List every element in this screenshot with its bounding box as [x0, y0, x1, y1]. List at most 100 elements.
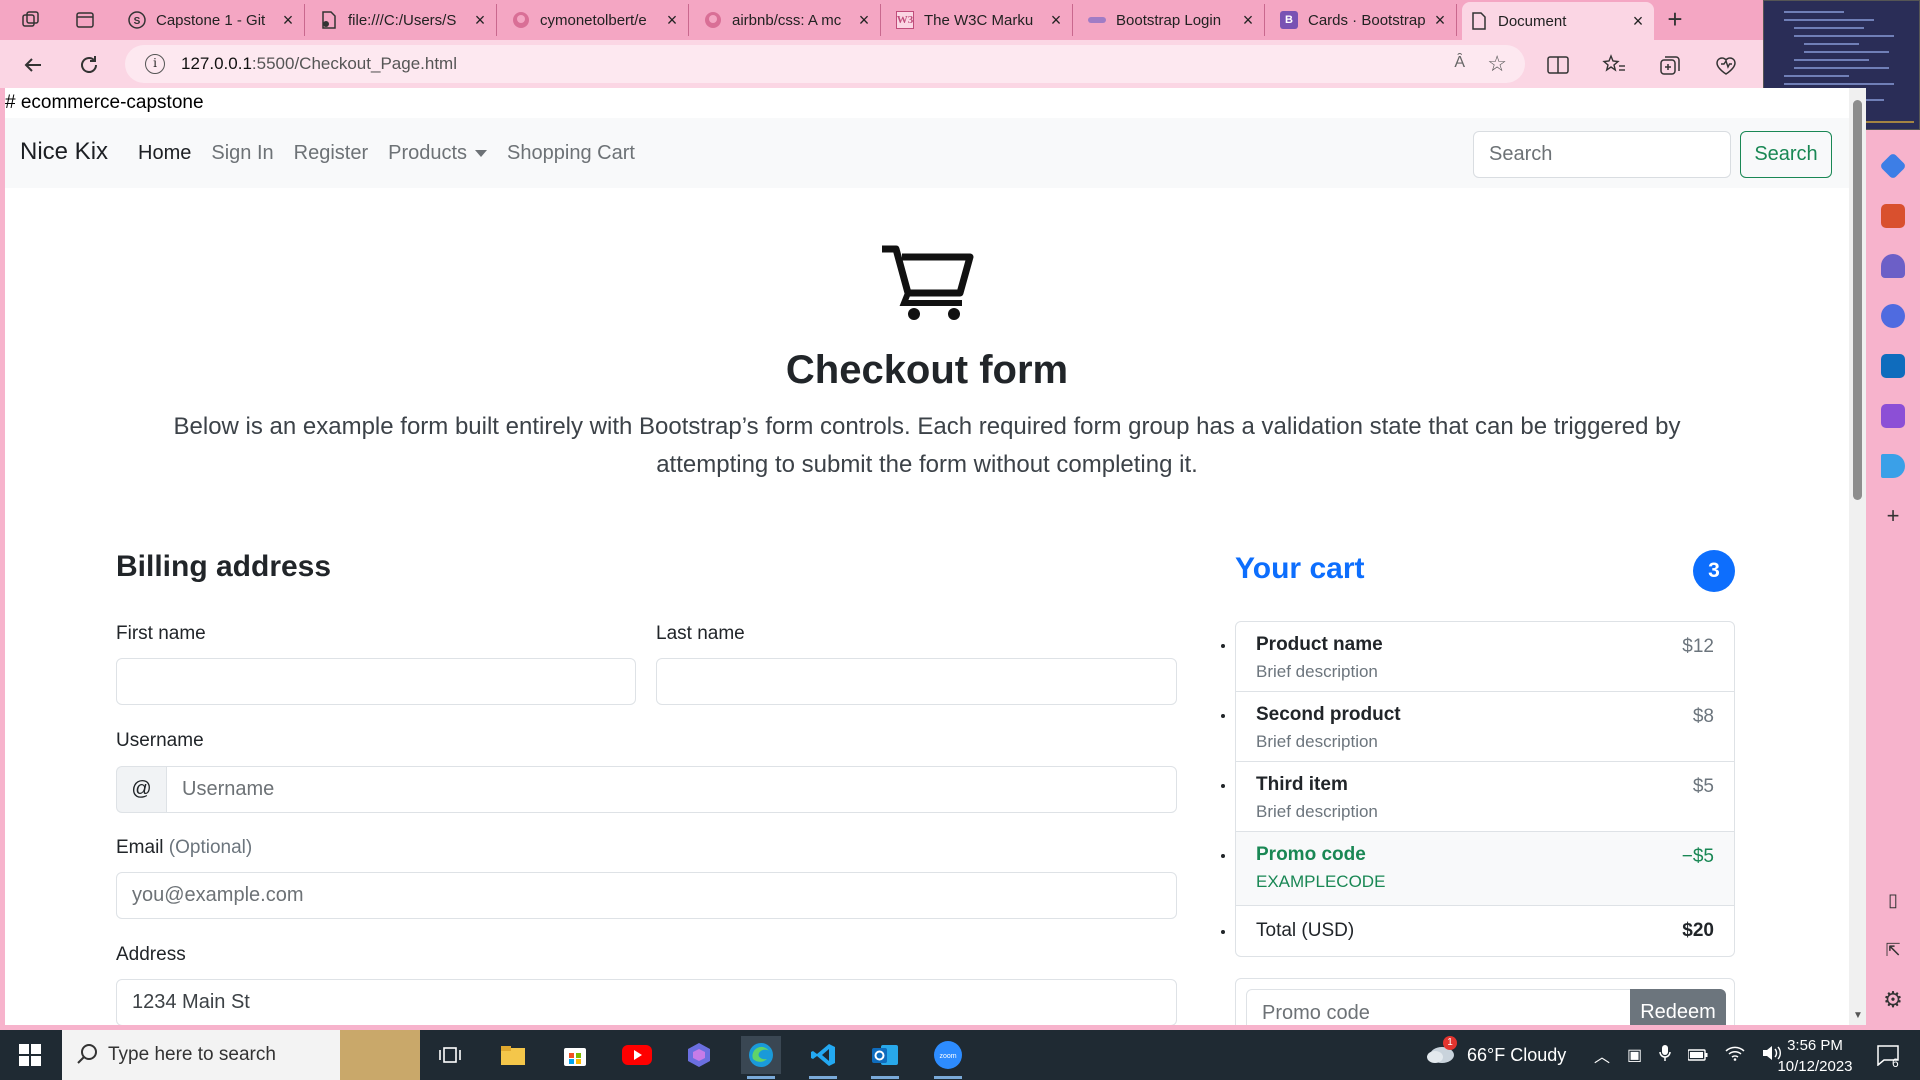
svg-text:zoom: zoom	[939, 1053, 956, 1060]
tab-label: cymonetolbert/e	[540, 11, 647, 29]
edge-browser-icon[interactable]	[741, 1036, 781, 1079]
taskbar-search-box[interactable]: Type here to search	[62, 1030, 420, 1080]
tab-file[interactable]: file:///C:/Users/S ×	[312, 4, 497, 36]
tools-briefcase-icon[interactable]	[1881, 204, 1905, 228]
address-bar-row: i 127.0.0.1:5500/Checkout_Page.html Ȃ ☆	[0, 40, 1866, 88]
back-icon[interactable]	[18, 50, 48, 80]
tab-capstone[interactable]: S Capstone 1 - Git ×	[120, 4, 305, 36]
page-scrollbar[interactable]: ▼	[1849, 88, 1866, 1025]
tab-label: airbnb/css: A mc	[732, 11, 842, 29]
sidebar-settings-icon[interactable]: ⚙	[1880, 988, 1906, 1014]
tab-bootstrap-login[interactable]: Bootstrap Login ×	[1080, 4, 1265, 36]
meet-now-icon[interactable]: ▣	[1627, 1045, 1642, 1065]
send-icon[interactable]	[1881, 454, 1905, 478]
navbar-brand[interactable]: Nice Kix	[20, 138, 108, 166]
nav-link-sign-in[interactable]: Sign In	[211, 142, 273, 165]
nav-link-home[interactable]: Home	[138, 142, 191, 165]
tab-cymonetolbert[interactable]: cymonetolbert/e ×	[504, 4, 689, 36]
designer-icon[interactable]	[1881, 404, 1905, 428]
scroll-down-arrow-icon[interactable]: ▼	[1853, 1010, 1863, 1021]
cart-item-desc: Brief description	[1256, 732, 1378, 751]
tab-airbnb[interactable]: airbnb/css: A mc ×	[696, 4, 881, 36]
shopping-cart-icon	[880, 243, 976, 328]
notifications-icon[interactable]: 6	[1868, 1036, 1908, 1074]
page-title: Checkout form	[785, 348, 1069, 392]
tab-label: Capstone 1 - Git	[156, 11, 266, 29]
close-icon[interactable]: ×	[280, 10, 296, 31]
collections-icon[interactable]	[1656, 51, 1684, 79]
address-field[interactable]: 1234 Main St	[116, 979, 1177, 1025]
nav-link-shopping-cart[interactable]: Shopping Cart	[507, 142, 635, 165]
copilot-taskbar-icon[interactable]	[679, 1036, 719, 1074]
last-name-field[interactable]	[656, 658, 1177, 705]
close-icon[interactable]: ×	[472, 10, 488, 31]
tab-document[interactable]: Document ×	[1462, 2, 1654, 40]
copilot-icon[interactable]	[1881, 304, 1905, 328]
hide-sidebar-icon[interactable]: ▯	[1880, 888, 1906, 914]
caret-down-icon	[475, 150, 488, 158]
username-field[interactable]: Username	[166, 766, 1177, 813]
open-external-icon[interactable]: ⇱	[1880, 938, 1906, 964]
youtube-icon[interactable]	[617, 1036, 657, 1074]
navbar-search-input[interactable]: Search	[1473, 131, 1731, 178]
redeem-button[interactable]: Redeem	[1630, 989, 1726, 1025]
email-optional-note: (Optional)	[168, 837, 253, 858]
windows-start-icon[interactable]	[10, 1036, 50, 1074]
taskbar-clock[interactable]: 3:56 PM 10/12/2023	[1770, 1035, 1860, 1077]
workspaces-icon[interactable]	[16, 6, 46, 34]
github-s-icon: S	[128, 11, 146, 29]
windows-taskbar: Type here to search zoom 1 66°F Cloudy ︿…	[0, 1030, 1920, 1080]
shopping-tag-icon[interactable]	[1879, 152, 1907, 180]
close-icon[interactable]: ×	[1048, 10, 1064, 31]
promo-code-input[interactable]: Promo code	[1246, 989, 1631, 1025]
outlook-icon[interactable]	[1881, 354, 1905, 378]
outlook-taskbar-icon[interactable]	[865, 1036, 905, 1079]
cart-title: Your cart	[1235, 552, 1365, 585]
microphone-icon[interactable]	[1659, 1044, 1671, 1067]
add-sidebar-app-icon[interactable]: +	[1880, 504, 1906, 530]
cloudy-weather-icon: 1	[1425, 1035, 1457, 1069]
w3c-icon: W3	[896, 11, 914, 29]
address-bar[interactable]: i 127.0.0.1:5500/Checkout_Page.html Ȃ ☆	[125, 45, 1525, 83]
games-icon[interactable]	[1881, 254, 1905, 278]
vscode-icon[interactable]	[803, 1036, 843, 1079]
close-icon[interactable]: ×	[1432, 10, 1448, 31]
page-lead: Below is an example form built entirely …	[173, 413, 1681, 478]
tab-label: Cards · Bootstrap	[1308, 11, 1426, 29]
zoom-icon[interactable]: zoom	[928, 1036, 968, 1079]
tab-label: Bootstrap Login	[1116, 11, 1222, 29]
site-info-icon[interactable]: i	[145, 54, 165, 74]
task-view-icon[interactable]	[430, 1036, 470, 1074]
file-explorer-icon[interactable]	[493, 1036, 533, 1074]
close-icon[interactable]: ×	[664, 10, 680, 31]
battery-icon[interactable]	[1687, 1045, 1708, 1066]
microsoft-store-icon[interactable]	[555, 1036, 595, 1074]
favorites-icon[interactable]	[1600, 51, 1628, 79]
close-icon[interactable]: ×	[1240, 10, 1256, 31]
close-icon[interactable]: ×	[856, 10, 872, 31]
tab-strip: S Capstone 1 - Git × file:///C:/Users/S …	[0, 0, 1920, 40]
tab-actions-icon[interactable]	[70, 6, 100, 34]
email-label: Email (Optional)	[116, 837, 252, 859]
navbar-search-button[interactable]: Search	[1740, 131, 1832, 178]
github-icon	[704, 11, 722, 29]
tab-w3c[interactable]: W3 The W3C Marku ×	[888, 4, 1073, 36]
close-icon[interactable]: ×	[1630, 11, 1646, 32]
nav-dropdown-products[interactable]: Products	[388, 142, 488, 165]
first-name-field[interactable]	[116, 658, 636, 705]
browser-essentials-icon[interactable]	[1712, 51, 1740, 79]
nav-link-register[interactable]: Register	[294, 142, 368, 165]
wifi-icon[interactable]	[1725, 1045, 1745, 1066]
tab-cards-bootstrap[interactable]: B Cards · Bootstrap ×	[1272, 4, 1457, 36]
split-screen-icon[interactable]	[1544, 51, 1572, 79]
show-hidden-icons-icon[interactable]: ︿	[1594, 1043, 1610, 1067]
system-tray: ︿ ▣	[1594, 1030, 1782, 1080]
weather-widget[interactable]: 1 66°F Cloudy	[1425, 1030, 1566, 1080]
favorite-star-icon[interactable]: ☆	[1487, 51, 1507, 77]
refresh-icon[interactable]	[74, 50, 104, 80]
read-aloud-icon[interactable]: Ȃ	[1454, 54, 1465, 72]
new-tab-button[interactable]: +	[1660, 6, 1690, 34]
username-label: Username	[116, 730, 204, 751]
email-field[interactable]: you@example.com	[116, 872, 1177, 919]
scrollbar-thumb[interactable]	[1853, 100, 1862, 500]
